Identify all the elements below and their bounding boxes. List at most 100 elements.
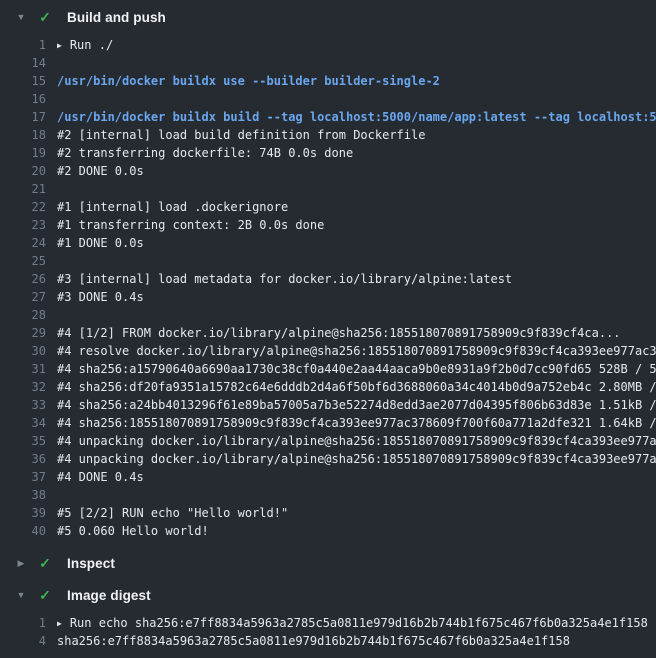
line-number[interactable]: 16 [0,90,46,108]
log-text: #4 DONE 0.4s [57,468,656,486]
log-line: 39 #5 [2/2] RUN echo "Hello world!" [0,504,656,522]
log-line: 30 #4 resolve docker.io/library/alpine@s… [0,342,656,360]
line-number[interactable]: 19 [0,144,46,162]
log-block: 1 ▶Run ./ 14 Using builder instance buil… [0,32,656,546]
line-number[interactable]: 34 [0,414,46,432]
line-number[interactable]: 18 [0,126,46,144]
log-line: 28 [0,306,656,324]
chevron-right-icon: ▶ [10,552,32,574]
line-number[interactable]: 1 [0,614,46,632]
check-icon: ✓ [32,552,58,574]
chevron-down-icon: ▼ [10,584,32,606]
step-section: ▼ ✓ Build and push 1 ▶Run ./ 14 Using bu… [0,0,656,546]
log-line: 38 [0,486,656,504]
log-line: 19 #2 transferring dockerfile: 74B 0.0s … [0,144,656,162]
log-line: 37 #4 DONE 0.4s [0,468,656,486]
line-number[interactable]: 20 [0,162,46,180]
section-header-image-digest[interactable]: ▼ ✓ Image digest [0,578,656,610]
log-line: 23 #1 transferring context: 2B 0.0s done [0,216,656,234]
line-number[interactable]: 36 [0,450,46,468]
line-number[interactable]: 22 [0,198,46,216]
log-line: 16 Starting build... [0,90,656,108]
log-text: #1 DONE 0.0s [57,234,656,252]
log-text: #4 sha256:a24bb4013296f61e89ba57005a7b3e… [57,396,656,414]
log-text [57,486,656,504]
log-line: 36 #4 unpacking docker.io/library/alpine… [0,450,656,468]
line-number[interactable]: 30 [0,342,46,360]
log-line: 17 /usr/bin/docker buildx build --tag lo… [0,108,656,126]
log-block: 1 ▶Run echo sha256:e7ff8834a5963a2785c5a… [0,610,656,656]
line-number[interactable]: 32 [0,378,46,396]
line-number[interactable]: 15 [0,72,46,90]
log-line: 25 [0,252,656,270]
line-number[interactable]: 33 [0,396,46,414]
log-text: #3 [internal] load metadata for docker.i… [57,270,656,288]
section-title: Inspect [67,556,115,571]
log-text: sha256:e7ff8834a5963a2785c5a0811e979d16b… [57,632,656,650]
line-number[interactable]: 27 [0,288,46,306]
log-line: 32 #4 sha256:df20fa9351a15782c64e6dddb2d… [0,378,656,396]
log-text: #4 sha256:185518070891758909c9f839cf4ca3… [57,414,656,432]
log-line: 35 #4 unpacking docker.io/library/alpine… [0,432,656,450]
log-line: 15 /usr/bin/docker buildx use --builder … [0,72,656,90]
log-line: 29 #4 [1/2] FROM docker.io/library/alpin… [0,324,656,342]
check-icon: ✓ [32,584,58,606]
log-text [57,306,656,324]
line-number[interactable]: 38 [0,486,46,504]
log-text: #4 [1/2] FROM docker.io/library/alpine@s… [57,324,656,342]
line-number[interactable]: 1 [0,36,46,54]
log-line: 4 sha256:e7ff8834a5963a2785c5a0811e979d1… [0,632,656,650]
expand-triangle-icon: ▶ [57,37,62,54]
line-number[interactable]: 39 [0,504,46,522]
line-number[interactable]: 29 [0,324,46,342]
line-number[interactable]: 31 [0,360,46,378]
log-line: 27 #3 DONE 0.4s [0,288,656,306]
line-number[interactable]: 40 [0,522,46,540]
section-header-build-and-push[interactable]: ▼ ✓ Build and push [0,0,656,32]
line-number[interactable]: 37 [0,468,46,486]
log-line: 34 #4 sha256:185518070891758909c9f839cf4… [0,414,656,432]
line-number[interactable]: 4 [0,632,46,650]
log-line: 24 #1 DONE 0.0s [0,234,656,252]
log-viewer[interactable]: ▼ ✓ Build and push 1 ▶Run ./ 14 Using bu… [0,0,656,658]
line-number[interactable]: 21 [0,180,46,198]
log-text[interactable]: ▶Run echo sha256:e7ff8834a5963a2785c5a08… [57,614,656,632]
section-title: Build and push [67,10,166,25]
line-number[interactable]: 14 [0,54,46,72]
line-number[interactable]: 17 [0,108,46,126]
line-number[interactable]: 35 [0,432,46,450]
log-line: 14 Using builder instance builder-single… [0,54,656,72]
log-line: 26 #3 [internal] load metadata for docke… [0,270,656,288]
log-text: #1 transferring context: 2B 0.0s done [57,216,656,234]
log-text[interactable]: ▶Run ./ [57,36,656,54]
step-section: ▼ ✓ Image digest 1 ▶Run echo sha256:e7ff… [0,578,656,656]
log-line: 21 [0,180,656,198]
log-text: #1 [internal] load .dockerignore [57,198,656,216]
log-line: 22 #1 [internal] load .dockerignore [0,198,656,216]
log-text: #4 sha256:a15790640a6690aa1730c38cf0a440… [57,360,656,378]
log-text: /usr/bin/docker buildx build --tag local… [57,108,656,126]
log-text: #2 DONE 0.0s [57,162,656,180]
log-line: 1 ▶Run echo sha256:e7ff8834a5963a2785c5a… [0,614,656,632]
log-text: #2 [internal] load build definition from… [57,126,656,144]
log-text: Using builder instance builder-single-2 [57,54,656,72]
log-text: #4 unpacking docker.io/library/alpine@sh… [57,432,656,450]
line-number[interactable]: 24 [0,234,46,252]
log-text: #3 DONE 0.4s [57,288,656,306]
section-header-inspect[interactable]: ▶ ✓ Inspect [0,546,656,578]
line-number[interactable]: 26 [0,270,46,288]
log-line: 20 #2 DONE 0.0s [0,162,656,180]
line-number[interactable]: 28 [0,306,46,324]
log-text: /usr/bin/docker buildx use --builder bui… [57,72,656,90]
line-number[interactable]: 23 [0,216,46,234]
log-line: 40 #5 0.060 Hello world! [0,522,656,540]
log-line: 31 #4 sha256:a15790640a6690aa1730c38cf0a… [0,360,656,378]
log-text [57,180,656,198]
log-text [57,252,656,270]
log-text: #4 unpacking docker.io/library/alpine@sh… [57,450,656,468]
step-section: ▶ ✓ Inspect [0,546,656,578]
expand-triangle-icon: ▶ [57,615,62,632]
section-title: Image digest [67,588,151,603]
log-text: #4 resolve docker.io/library/alpine@sha2… [57,342,656,360]
line-number[interactable]: 25 [0,252,46,270]
